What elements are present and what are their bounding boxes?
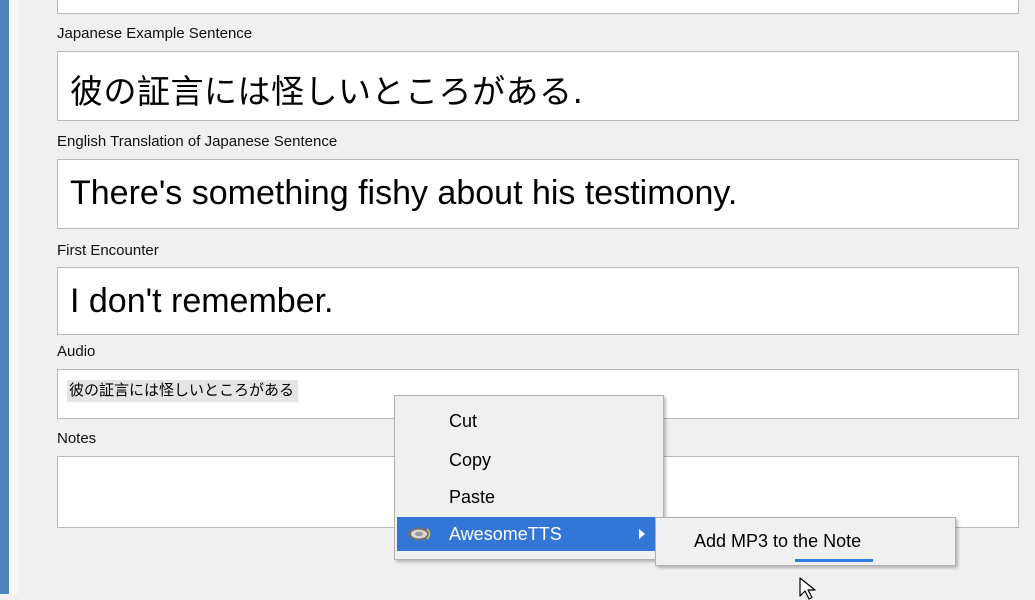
field-label-notes: Notes	[57, 430, 97, 447]
audio-field-selected-text[interactable]: 彼の証言には怪しいところがある	[67, 380, 299, 402]
menu-item-copy[interactable]: Copy	[397, 443, 661, 477]
field-label-english-translation: English Translation of Japanese Sentence	[57, 133, 338, 150]
field-label-japanese-sentence: Japanese Example Sentence	[57, 25, 253, 42]
english-translation-field[interactable]: There's something fishy about his testim…	[57, 159, 1019, 229]
menu-item-cut[interactable]: Cut	[397, 404, 661, 438]
menu-item-cut-label: Cut	[449, 411, 478, 431]
submenu-arrow-icon	[639, 529, 645, 539]
menu-item-add-mp3-label: Add MP3 to the Note	[694, 531, 862, 551]
menu-item-paste[interactable]: Paste	[397, 480, 661, 514]
menu-item-paste-label: Paste	[449, 487, 496, 507]
menu-item-awesometts[interactable]: AwesomeTTS	[397, 517, 661, 551]
first-encounter-field[interactable]: I don't remember.	[57, 267, 1019, 335]
window-edge-strip	[0, 0, 9, 594]
field-label-audio: Audio	[57, 343, 96, 360]
field-label-first-encounter: First Encounter	[57, 242, 159, 259]
previous-field-input[interactable]	[57, 0, 1019, 14]
menu-item-add-mp3[interactable]: Add MP3 to the Note	[660, 522, 950, 560]
focus-indicator	[795, 559, 873, 562]
mouse-cursor-icon	[799, 577, 816, 600]
japanese-sentence-field[interactable]: 彼の証言には怪しいところがある.	[57, 51, 1019, 121]
editor-margin	[9, 0, 18, 594]
menu-item-copy-label: Copy	[449, 450, 492, 470]
context-menu: Cut Copy Paste AwesomeTTS	[394, 395, 664, 560]
speaker-icon	[408, 527, 431, 541]
menu-item-awesometts-label: AwesomeTTS	[449, 524, 562, 544]
